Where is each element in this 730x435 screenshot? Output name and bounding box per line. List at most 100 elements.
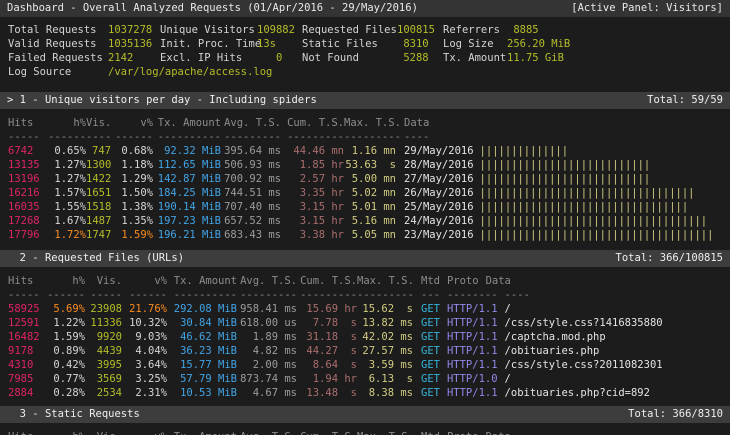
cell: 0.77%	[47, 372, 85, 386]
protocol-value: HTTP/1.1	[447, 358, 498, 372]
cell: 16482	[0, 330, 47, 344]
cell: 683.43 ms	[221, 228, 281, 242]
cell: 13135	[0, 158, 44, 172]
cell: 657.52 ms	[221, 214, 281, 228]
bar-chart: |||||||||||||||||||||||||||	[480, 172, 651, 186]
table-row[interactable]: 131351.27%13001.18%112.65 MiB506.93 ms1.…	[0, 158, 730, 172]
cell: 10.32%	[122, 316, 167, 330]
summary-label: Tx. Amount	[443, 51, 507, 65]
panel-header[interactable]: > 1 - Unique visitors per day - Includin…	[0, 92, 730, 109]
cell: 700.92 ms	[221, 172, 281, 186]
cell: 4.67 ms	[237, 386, 297, 400]
column-header: Avg. T.S.	[221, 116, 281, 130]
url-value: /css/style.css?2011082301	[505, 358, 663, 372]
summary-row: Valid Requests1035136Init. Proc. Time13s…	[0, 37, 730, 51]
cell: 3.59 ms	[357, 358, 413, 372]
column-separator: ---------	[297, 288, 357, 302]
cell: 1.89 ms	[237, 330, 297, 344]
column-separator: -----	[85, 288, 122, 302]
method-value: GET	[421, 302, 440, 316]
cell: 1.35%	[111, 214, 153, 228]
table-row[interactable]: 67420.65%7470.68%92.32 MiB395.64 ms44.46…	[0, 144, 730, 158]
cell: 184.25 MiB	[153, 186, 221, 200]
column-separator: ----------	[153, 130, 221, 144]
method-value: GET	[421, 372, 440, 386]
column-separator: ------	[47, 288, 85, 302]
cell: 3569	[85, 372, 122, 386]
table-row[interactable]: 43100.42%39953.64%15.77 MiB2.00 ms8.64 s…	[0, 358, 730, 372]
column-separator: -----	[0, 288, 47, 302]
column-header: Hits	[0, 430, 47, 435]
summary-label: Referrers	[443, 23, 507, 37]
table-row[interactable]: 79850.77%35693.25%57.79 MiB873.74 ms1.94…	[0, 372, 730, 386]
cell: 1.27%	[44, 172, 86, 186]
cell: 1.38%	[111, 200, 153, 214]
cell: 0.68%	[111, 144, 153, 158]
column-header: Tx. Amount	[167, 274, 237, 288]
panel-header[interactable]: 2 - Requested Files (URLs)Total: 366/100…	[0, 250, 730, 267]
cell: 395.64 ms	[221, 144, 281, 158]
table-row[interactable]: 164821.59%99209.03%46.62 MiB1.89 ms31.18…	[0, 330, 730, 344]
table-row[interactable]: 589255.69%2390821.76%292.08 MiB958.41 ms…	[0, 302, 730, 316]
method-value: GET	[421, 330, 440, 344]
cell: 744.51 ms	[221, 186, 281, 200]
column-header: Avg. T.S.	[237, 274, 297, 288]
summary-label: Total Requests	[8, 23, 108, 37]
table-row[interactable]: 172681.67%14871.35%197.23 MiB657.52 ms3.…	[0, 214, 730, 228]
summary-label: Requested Files	[302, 23, 397, 37]
cell: 23908	[85, 302, 122, 316]
table-row[interactable]: 177961.72%17471.59%196.21 MiB683.43 ms3.…	[0, 228, 730, 242]
column-header: Cum. T.S.	[297, 430, 357, 435]
method-value: GET	[421, 344, 440, 358]
cell: 5.01 mn	[344, 200, 396, 214]
column-separator: ----	[505, 288, 530, 302]
cell: 15.69 hr	[297, 302, 357, 316]
cell: 17268	[0, 214, 44, 228]
column-header: Hits	[0, 274, 47, 288]
date-value: 29/May/2016	[404, 144, 474, 158]
summary-value: 256.20 MiB	[507, 37, 730, 51]
table-row[interactable]: 125911.22%1133610.32%30.84 MiB618.00 us7…	[0, 316, 730, 330]
panel-header[interactable]: 3 - Static RequestsTotal: 366/8310	[0, 406, 730, 423]
cell: 4439	[85, 344, 122, 358]
column-separator: -----	[0, 130, 44, 144]
table-row[interactable]: 131961.27%14221.29%142.87 MiB700.92 ms2.…	[0, 172, 730, 186]
protocol-value: HTTP/1.1	[447, 344, 498, 358]
cell: 1.67%	[44, 214, 86, 228]
cell: 1.59%	[47, 330, 85, 344]
column-header: Max. T.S.	[344, 116, 396, 130]
cell: 0.28%	[47, 386, 85, 400]
summary-value: 11.75 GiB	[507, 51, 730, 65]
bar-chart: |||||||||||||||||||||||||||	[480, 158, 651, 172]
panel-title: 2 - Requested Files (URLs)	[7, 250, 184, 267]
cell: 1651	[86, 186, 111, 200]
cell: 1.85 hr	[281, 158, 344, 172]
panel-total: Total: 59/59	[647, 92, 723, 109]
date-value: 23/May/2016	[404, 228, 474, 242]
column-separator: ---------	[281, 130, 344, 144]
summary-value: 8310	[397, 37, 443, 51]
table-row[interactable]: 160351.55%15181.38%190.14 MiB707.40 ms3.…	[0, 200, 730, 214]
panel-title: > 1 - Unique visitors per day - Includin…	[7, 92, 317, 109]
cell: 8.64 s	[297, 358, 357, 372]
column-header: h%	[44, 116, 86, 130]
cell: 17796	[0, 228, 44, 242]
cell: 1518	[86, 200, 111, 214]
cell: 5.02 mn	[344, 186, 396, 200]
table-row[interactable]: 28840.28%25342.31%10.53 MiB4.67 ms13.48 …	[0, 386, 730, 400]
bar-chart: ||||||||||||||||||||||||||||||||||||	[480, 214, 708, 228]
table-row[interactable]: 91780.89%44394.04%36.23 MiB4.82 ms44.27 …	[0, 344, 730, 358]
cell: 6742	[0, 144, 44, 158]
column-header: Mtd	[421, 274, 440, 288]
table-row[interactable]: 162161.57%16511.50%184.25 MiB744.51 ms3.…	[0, 186, 730, 200]
cell: 36.23 MiB	[167, 344, 237, 358]
column-separator: --------	[447, 288, 498, 302]
column-header: Data	[486, 430, 511, 435]
column-header-row: Hitsh%Vis.v%Tx. AmountAvg. T.S.Cum. T.S.…	[0, 116, 730, 130]
protocol-value: HTTP/1.1	[447, 302, 498, 316]
summary-label: Failed Requests	[8, 51, 108, 65]
column-header: v%	[122, 430, 167, 435]
method-value: GET	[421, 358, 440, 372]
column-separator: ---	[421, 288, 440, 302]
cell: 1300	[86, 158, 111, 172]
